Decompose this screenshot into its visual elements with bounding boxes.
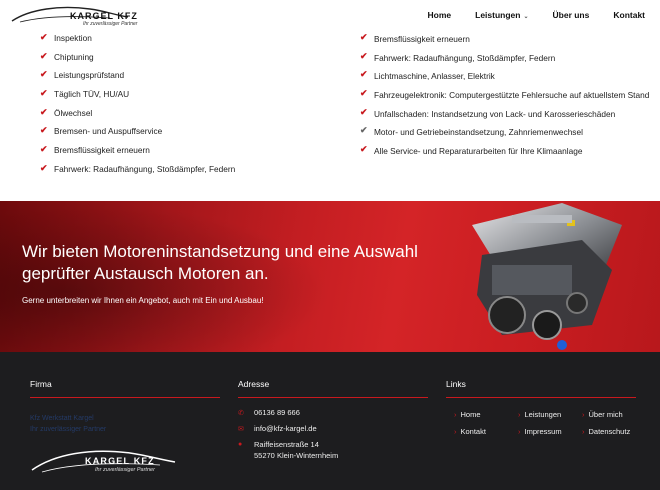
chevron-right-icon: ›	[582, 427, 585, 436]
site-footer: Firma Kfz Werkstatt Kargel Ihr zuverläss…	[0, 352, 660, 490]
site-logo[interactable]: KARGEL KFZ Ihr zuverlässiger Partner	[10, 3, 140, 29]
divider	[446, 397, 636, 398]
check-icon: ✔	[40, 144, 48, 155]
check-icon: ✔	[40, 69, 48, 80]
address-row: ● Raiffeisenstraße 14	[238, 440, 319, 449]
main-nav: Home Leistungen ⌄ Über uns Kontakt	[404, 10, 645, 20]
footer-adresse-title: Adresse	[238, 379, 270, 389]
check-icon: ✔	[360, 88, 368, 99]
banner-heading: Wir bieten Motoreninstandsetzung und ein…	[22, 242, 418, 284]
footer-firma-title: Firma	[30, 379, 52, 389]
list-item: ✔ Fahrwerk: Radaufhängung, Stoßdämpfer, F…	[40, 162, 236, 174]
chevron-right-icon: ›	[454, 427, 457, 436]
divider	[238, 397, 428, 398]
check-icon: ✔	[40, 125, 48, 136]
nav-leistungen-label: Leistungen	[475, 10, 521, 20]
check-icon: ✔	[360, 69, 368, 80]
nav-ueber-uns[interactable]: Über uns	[553, 10, 590, 20]
map-pin-icon: ●	[238, 441, 243, 448]
footer-logo[interactable]: KARGEL KFZ Ihr zuverlässiger Partner	[30, 444, 180, 484]
check-icon: ✔	[40, 50, 48, 61]
check-icon: ✔	[40, 106, 48, 117]
divider	[30, 397, 220, 398]
footer-logo-brand: KARGEL KFZ	[85, 456, 155, 466]
list-item: ✔ Bremsflüssigkeit erneuern	[40, 144, 150, 156]
list-item: ✔ Ölwechsel	[40, 106, 93, 118]
services-list-left: ✔ Inspektion ✔ Chiptuning ✔ Leistungsprüfst…	[40, 33, 320, 183]
chevron-down-icon: ⌄	[523, 14, 529, 20]
email-row[interactable]: ✉ info@kfz-kargel.de	[238, 424, 338, 433]
list-item: ✔ Fahrwerk: Radaufhängung, Stoßdämpfer, F…	[360, 50, 556, 63]
logo-brand: KARGEL KFZ	[70, 11, 138, 21]
check-icon: ✔	[360, 50, 368, 61]
list-item: ✔ Leistungsprüfstand	[40, 69, 125, 81]
footer-links: › Home › Leistungen › Über mich › Kontakt › I…	[454, 410, 652, 436]
chevron-right-icon: ›	[518, 410, 521, 419]
check-icon: ✔	[360, 144, 368, 155]
site-header: KARGEL KFZ Ihr zuverlässiger Partner Hom…	[0, 0, 660, 32]
contact-block: ✆ 06136 89 666 ✉ info@kfz-kargel.de ● Raiff…	[238, 408, 338, 460]
list-item: ✔ Bremsen- und Auspuffservice	[40, 125, 163, 137]
phone-row[interactable]: ✆ 06136 89 666	[238, 408, 338, 417]
phone-icon: ✆	[238, 409, 244, 417]
footer-logo-tagline: Ihr zuverlässiger Partner	[95, 467, 155, 473]
engine-banner: Wir bieten Motoreninstandsetzung und ein…	[0, 201, 660, 352]
banner-subtext: Gerne unterbreiten wir Ihnen ein Angebot…	[22, 296, 264, 305]
footer-links-title: Links	[446, 379, 466, 389]
logo-tagline: Ihr zuverlässiger Partner	[83, 21, 138, 27]
list-item: ✔ Fahrzeugelektronik: Computergestützte F…	[360, 88, 650, 101]
footer-link-impressum[interactable]: › Impressum	[518, 427, 582, 436]
services-list-right: ✔ Bremsflüssigkeit erneuern ✔ Fahrwerk: Ra…	[360, 33, 650, 164]
list-item: ✔ Täglich TÜV, HU/AU	[40, 88, 130, 100]
footer-link-datenschutz[interactable]: › Datenschutz	[582, 427, 652, 436]
footer-link-ueber-mich[interactable]: › Über mich	[582, 410, 652, 419]
envelope-icon: ✉	[238, 425, 244, 433]
firma-text: Kfz Werkstatt Kargel Ihr zuverlässiger P…	[30, 415, 107, 433]
check-icon: ✔	[40, 162, 48, 173]
list-item: ✔ Unfallschaden: Instandsetzung von Lack-…	[360, 106, 616, 119]
check-icon: ✔	[40, 32, 48, 42]
list-item: ✔ Chiptuning	[40, 50, 94, 62]
list-item: ✔ Lichtmaschine, Anlasser, Elektrik	[360, 69, 495, 82]
nav-kontakt[interactable]: Kontakt	[613, 10, 645, 20]
check-icon: ✔	[360, 32, 368, 42]
engine-image	[472, 203, 622, 350]
chevron-right-icon: ›	[518, 427, 521, 436]
list-item: ✔ Motor- und Getriebeinstandsetzung, Zahn…	[360, 125, 583, 138]
chevron-right-icon: ›	[582, 410, 585, 419]
footer-link-home[interactable]: › Home	[454, 410, 518, 419]
nav-leistungen[interactable]: Leistungen ⌄	[475, 10, 528, 20]
address-city: 55270 Klein-Winternheim	[254, 451, 339, 460]
check-icon: ✔	[360, 125, 368, 136]
list-item: ✔ Bremsflüssigkeit erneuern	[360, 32, 470, 45]
check-icon: ✔	[40, 88, 48, 99]
footer-link-leistungen[interactable]: › Leistungen	[518, 410, 582, 419]
nav-home[interactable]: Home	[428, 10, 452, 20]
footer-link-kontakt[interactable]: › Kontakt	[454, 427, 518, 436]
list-item: ✔ Alle Service- und Reparaturarbeiten für…	[360, 144, 583, 157]
check-icon: ✔	[360, 106, 368, 117]
chevron-right-icon: ›	[454, 410, 457, 419]
list-item: ✔ Inspektion	[40, 32, 92, 44]
